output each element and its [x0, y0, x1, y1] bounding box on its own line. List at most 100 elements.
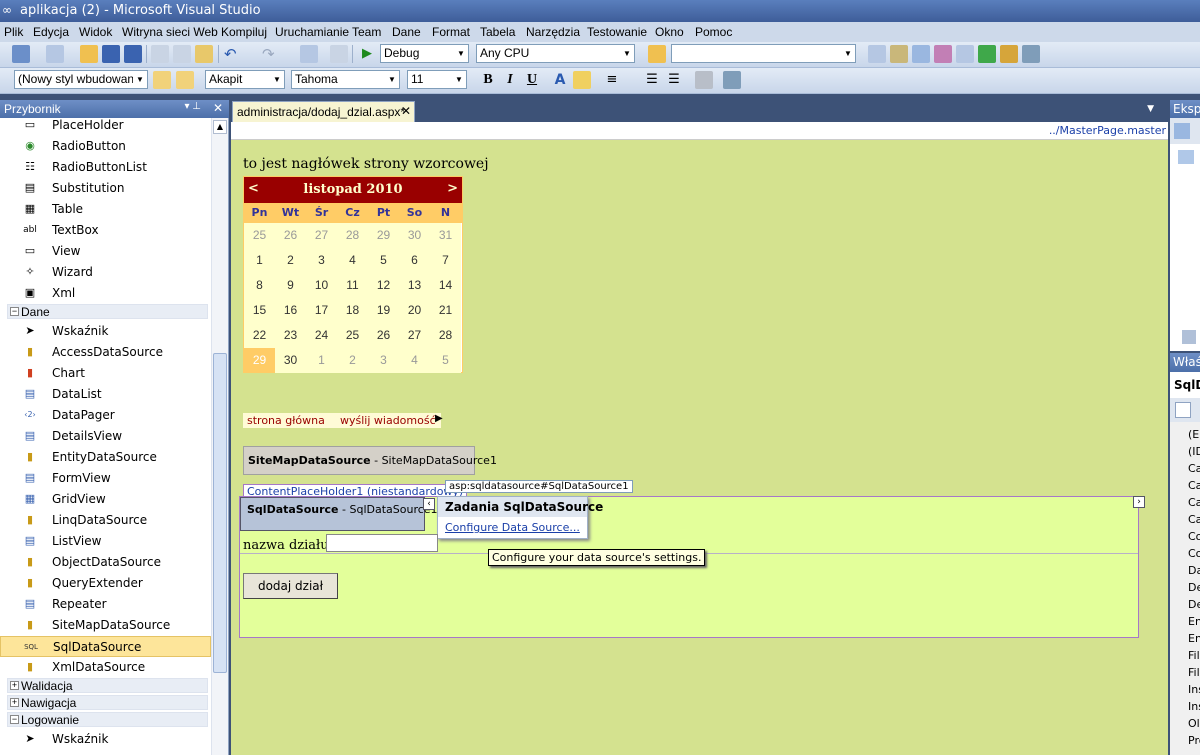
toolbox-item-wskaznik[interactable]: ➤ Wskaźnik — [0, 321, 211, 342]
add-item-icon[interactable] — [46, 45, 64, 63]
property-name[interactable]: Fil — [1188, 649, 1200, 662]
highlight-icon[interactable] — [573, 71, 591, 89]
property-name[interactable]: De — [1188, 581, 1200, 594]
scroll-thumb[interactable] — [213, 353, 227, 673]
property-name[interactable]: (E — [1188, 428, 1199, 441]
calendar-day[interactable]: 25 — [244, 223, 275, 248]
block-format-select[interactable]: Akapit ▼ — [205, 70, 285, 89]
design-view-icon[interactable] — [723, 71, 741, 89]
calendar-day[interactable]: 19 — [368, 298, 399, 323]
find-in-files-icon[interactable] — [648, 45, 666, 63]
toolbox-item-xml[interactable]: ▣ Xml — [0, 283, 211, 304]
property-name[interactable]: Ins — [1188, 700, 1200, 713]
menu-dane[interactable]: Dane — [392, 25, 421, 39]
calendar-day[interactable]: 9 — [275, 273, 306, 298]
toolbox-item-view[interactable]: ▭ View — [0, 241, 211, 262]
sql-datasource[interactable]: SqlDataSource - SqlDataSource1 — [240, 497, 438, 531]
calendar-day[interactable]: 5 — [368, 248, 399, 273]
toolbox-item-accessdatasource[interactable]: ▮ AccessDataSource — [0, 342, 211, 363]
calendar-day[interactable]: 29 — [244, 348, 275, 373]
redo-icon[interactable]: ↷ — [262, 45, 280, 63]
calendar-day[interactable]: 3 — [306, 248, 337, 273]
dzial-name-input[interactable] — [326, 534, 438, 552]
toolbox-scrollbar[interactable]: ▲ — [211, 118, 228, 755]
close-tab-icon[interactable]: ✕ — [401, 104, 411, 118]
calendar-day[interactable]: 12 — [368, 273, 399, 298]
menu-edycja[interactable]: Edycja — [33, 25, 69, 39]
configuration-select[interactable]: Debug ▼ — [380, 44, 469, 63]
save-icon[interactable] — [102, 45, 120, 63]
toolbox-item-queryextender[interactable]: ▮ QueryExtender — [0, 573, 211, 594]
solution-explorer-icon[interactable] — [890, 45, 908, 63]
calendar-day[interactable]: 7 — [430, 248, 461, 273]
toolbox-item-sqldatasource[interactable]: SQL SqlDataSource — [0, 636, 211, 657]
toolbox-item-placeholder[interactable]: ▭ PlaceHolder — [0, 115, 211, 136]
calendar-day[interactable]: 15 — [244, 298, 275, 323]
menu-witryna[interactable]: Witryna sieci Web — [122, 25, 218, 39]
object-browser-icon[interactable] — [934, 45, 952, 63]
property-name[interactable]: (ID — [1188, 445, 1200, 458]
calendar-day[interactable]: 29 — [368, 223, 399, 248]
toolbox-item-listview[interactable]: ▤ ListView — [0, 531, 211, 552]
navigate-forward-icon[interactable] — [330, 45, 348, 63]
copy-icon[interactable] — [173, 45, 191, 63]
property-name[interactable]: En — [1188, 632, 1200, 645]
tab-dodaj-dzial[interactable]: administracja/dodaj_dzial.aspx* ✕ — [232, 101, 415, 122]
toolbox-category-nawigacja[interactable]: + Nawigacja — [7, 695, 208, 710]
calendar-day[interactable]: 5 — [430, 348, 461, 373]
toolbox-category-walidacja[interactable]: + Walidacja — [7, 678, 208, 693]
toolbox-item-chart[interactable]: ▮ Chart — [0, 363, 211, 384]
calendar[interactable]: < listopad 2010 > Pn Wt Śr Cz Pt So N 25 26 27 28… — [243, 176, 463, 373]
calendar-day[interactable]: 14 — [430, 273, 461, 298]
calendar-day[interactable]: 1 — [244, 248, 275, 273]
property-name[interactable]: Ins — [1188, 683, 1200, 696]
add-department-button[interactable]: dodaj dział — [243, 573, 338, 599]
calendar-day[interactable]: 26 — [275, 223, 306, 248]
start-page-icon[interactable] — [978, 45, 996, 63]
menu-okno[interactable]: Okno — [655, 25, 684, 39]
underline-button[interactable]: U — [523, 71, 541, 89]
categorized-icon[interactable] — [1175, 402, 1191, 418]
toolbox-item-linqdatasource[interactable]: ▮ LinqDataSource — [0, 510, 211, 531]
calendar-next[interactable]: > — [447, 181, 458, 196]
calendar-day[interactable]: 1 — [306, 348, 337, 373]
configure-data-source-link[interactable]: Configure Data Source... — [445, 521, 580, 534]
property-name[interactable]: Co — [1188, 547, 1200, 560]
menu-pomoc[interactable]: Pomoc — [695, 25, 732, 39]
scroll-up-icon[interactable]: ▲ — [213, 120, 227, 134]
toolbox-item-formview[interactable]: ▤ FormView — [0, 468, 211, 489]
menu-team[interactable]: Team — [352, 25, 381, 39]
toolbox-category-dane[interactable]: − Dane — [7, 304, 208, 319]
menu-format[interactable]: Format — [432, 25, 470, 39]
numbered-list-icon[interactable]: ☰ — [643, 71, 661, 89]
calendar-day[interactable]: 21 — [430, 298, 461, 323]
menu-testowanie[interactable]: Testowanie — [587, 25, 647, 39]
new-style-icon[interactable] — [153, 71, 171, 89]
calendar-day[interactable]: 4 — [337, 248, 368, 273]
calendar-day[interactable]: 30 — [399, 223, 430, 248]
new-project-icon[interactable] — [12, 45, 30, 63]
calendar-day[interactable]: 2 — [275, 248, 306, 273]
toolbox-item-objectdatasource[interactable]: ▮ ObjectDataSource — [0, 552, 211, 573]
class-view-icon[interactable] — [1000, 45, 1018, 63]
font-size-select[interactable]: 11 ▼ — [407, 70, 467, 89]
cut-icon[interactable] — [151, 45, 169, 63]
master-page-link[interactable]: ../MasterPage.master — [1049, 124, 1166, 137]
toolbox-item-datalist[interactable]: ▤ DataList — [0, 384, 211, 405]
toolbox-item-gridview[interactable]: ▦ GridView — [0, 489, 211, 510]
property-name[interactable]: Ca — [1188, 496, 1200, 509]
calendar-day[interactable]: 16 — [275, 298, 306, 323]
menu-link-send[interactable]: wyślij wiadomość — [340, 414, 436, 427]
calendar-day[interactable]: 3 — [368, 348, 399, 373]
calendar-day[interactable]: 26 — [368, 323, 399, 348]
calendar-day[interactable]: 11 — [337, 273, 368, 298]
toolbox-item-datapager[interactable]: ‹2› DataPager — [0, 405, 211, 426]
properties-icon[interactable] — [1174, 123, 1190, 139]
bold-button[interactable]: B — [479, 71, 497, 89]
calendar-day[interactable]: 28 — [430, 323, 461, 348]
toolbox-item-substitution[interactable]: ▤ Substitution — [0, 178, 211, 199]
align-icon[interactable]: ≡ — [603, 71, 621, 89]
bullet-list-icon[interactable]: ☰ — [665, 71, 683, 89]
menu-link-home[interactable]: strona główna — [247, 414, 325, 427]
style-select[interactable]: (Nowy styl wbudowany) ▼ — [14, 70, 148, 89]
